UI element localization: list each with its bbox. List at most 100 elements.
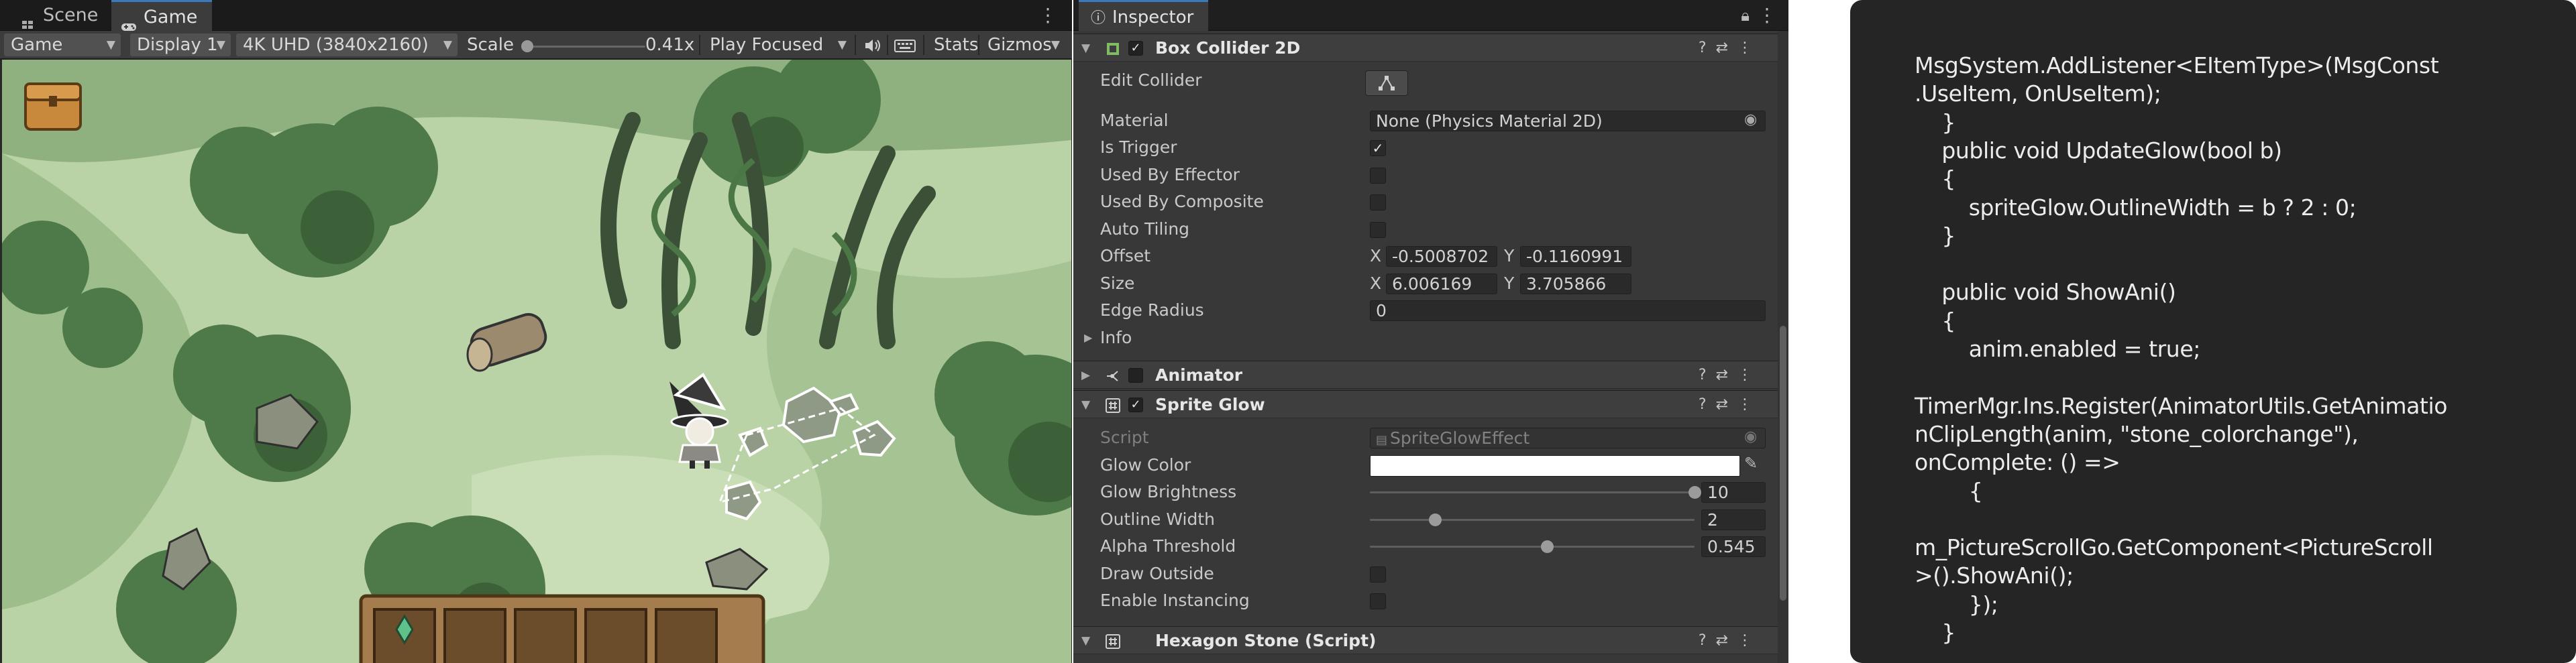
inspector-scrollbar-thumb[interactable] xyxy=(1780,326,1786,601)
kebab-menu-icon[interactable]: ⋮ xyxy=(1737,632,1762,649)
code-line: }); xyxy=(1915,591,1998,617)
help-icon[interactable]: ? xyxy=(1699,40,1716,56)
glow-brightness-row: Glow Brightness 10 xyxy=(1073,479,1778,505)
alpha-threshold-field[interactable]: 0.545 xyxy=(1701,536,1766,557)
sprite-glow-header[interactable]: ▼ ✓ Sprite Glow ?⇄⋮ xyxy=(1073,390,1778,418)
fold-open-icon[interactable]: ▼ xyxy=(1081,34,1090,62)
outline-width-row: Outline Width 2 xyxy=(1073,506,1778,533)
code-line: onComplete: () => xyxy=(1915,449,2121,476)
code-line: .UseItem, OnUseItem); xyxy=(1915,80,2161,107)
box-collider-2d-header[interactable]: ▼ ✓ Box Collider 2D ?⇄⋮ xyxy=(1073,34,1778,62)
code-line: { xyxy=(1915,166,1955,192)
component-header-actions: ?⇄⋮ xyxy=(1699,627,1762,655)
kebab-menu-icon[interactable]: ⋮ xyxy=(1758,0,1776,31)
auto-tiling-row: Auto Tiling xyxy=(1073,216,1778,243)
auto-tiling-checkbox[interactable] xyxy=(1370,222,1386,238)
used-by-effector-row: Used By Effector xyxy=(1073,162,1778,188)
animator-enabled-checkbox[interactable] xyxy=(1128,368,1143,383)
outline-width-slider-track[interactable] xyxy=(1370,519,1695,521)
tab-game[interactable]: Game xyxy=(111,0,213,31)
info-foldout[interactable]: ▶ Info xyxy=(1073,324,1778,351)
help-icon[interactable]: ? xyxy=(1699,367,1716,383)
sprite-glow-enabled-checkbox[interactable]: ✓ xyxy=(1128,398,1143,412)
kebab-menu-icon[interactable]: ⋮ xyxy=(1737,40,1762,56)
size-row: Size X 6.006169 Y 3.705866 xyxy=(1073,270,1778,297)
scale-value: 0.41x xyxy=(645,35,695,55)
info-circle-icon: ⓘ xyxy=(1091,10,1106,27)
edge-radius-field[interactable]: 0 xyxy=(1370,300,1766,321)
scale-slider-handle[interactable] xyxy=(521,40,533,52)
code-line: public void UpdateGlow(bool b) xyxy=(1915,137,2282,164)
fold-closed-icon: ▶ xyxy=(1084,331,1093,344)
used-by-effector-checkbox[interactable] xyxy=(1370,168,1386,184)
offset-y-field[interactable]: -0.1160991 xyxy=(1520,246,1631,267)
code-line: MsgSystem.AddListener<EItemType>(MsgCons… xyxy=(1915,52,2439,78)
glow-brightness-field[interactable]: 10 xyxy=(1701,482,1766,503)
glow-brightness-slider-handle[interactable] xyxy=(1688,486,1701,499)
outline-width-field[interactable]: 2 xyxy=(1701,509,1766,530)
display-dropdown[interactable]: Display 1 ▼ xyxy=(130,34,231,56)
animator-header[interactable]: ▶ Animator ?⇄⋮ xyxy=(1073,361,1778,389)
alpha-threshold-slider-handle[interactable] xyxy=(1540,540,1554,553)
offset-x-field[interactable]: -0.5008702 xyxy=(1386,246,1497,267)
preset-sliders-icon[interactable]: ⇄ xyxy=(1716,632,1737,649)
code-line: { xyxy=(1915,477,1983,504)
gizmos-dropdown[interactable]: Gizmos ▼ xyxy=(981,34,1065,56)
glow-brightness-slider-track[interactable] xyxy=(1370,491,1695,493)
enable-instancing-checkbox[interactable] xyxy=(1370,593,1386,609)
fold-closed-icon[interactable]: ▶ xyxy=(1081,361,1090,389)
draw-outside-checkbox[interactable] xyxy=(1370,566,1386,583)
is-trigger-checkbox[interactable]: ✓ xyxy=(1370,140,1386,156)
preset-sliders-icon[interactable]: ⇄ xyxy=(1716,396,1737,413)
hexagon-stone-header[interactable]: ▼ Hexagon Stone (Script) ?⇄⋮ xyxy=(1073,626,1778,654)
outline-width-slider-handle[interactable] xyxy=(1428,514,1442,526)
eyedropper-icon[interactable]: ✎ xyxy=(1744,454,1758,473)
kebab-menu-icon[interactable]: ⋮ xyxy=(1737,367,1762,383)
edit-collider-button[interactable] xyxy=(1365,70,1408,96)
script-row: Script ▤ SpriteGlowEffect ◉ xyxy=(1073,424,1778,451)
code-line: public void ShowAni() xyxy=(1915,279,2176,306)
object-picker-icon: ◉ xyxy=(1744,428,1758,445)
inspector-panel: ⓘ Inspector 🔒︎ ⋮ ▼ ✓ Box Collider 2D ?⇄⋮ … xyxy=(1073,0,1788,663)
code-line: TimerMgr.Ins.Register(AnimatorUtils.GetA… xyxy=(1915,392,2448,419)
preset-sliders-icon[interactable]: ⇄ xyxy=(1716,40,1737,56)
alpha-threshold-slider-track[interactable] xyxy=(1370,546,1695,548)
script-object-field: ▤ SpriteGlowEffect xyxy=(1370,428,1766,448)
game-panel: Scene Game ⋮ Game ▼ Display 1 ▼ 4K UHD (38… xyxy=(0,0,1072,663)
inspector-tab-bar: ⓘ Inspector 🔒︎ ⋮ xyxy=(1073,0,1788,31)
fold-open-icon[interactable]: ▼ xyxy=(1081,627,1090,655)
kebab-menu-icon[interactable]: ⋮ xyxy=(1737,396,1762,413)
script-hash-icon xyxy=(1106,634,1120,649)
tab-inspector[interactable]: ⓘ Inspector xyxy=(1079,0,1209,31)
stats-button[interactable]: Stats xyxy=(927,34,985,56)
help-icon[interactable]: ? xyxy=(1699,396,1716,413)
box-collider-enabled-checkbox[interactable]: ✓ xyxy=(1128,41,1143,56)
keyboard-shortcuts-icon[interactable] xyxy=(894,36,916,55)
game-toolbar: Game ▼ Display 1 ▼ 4K UHD (3840x2160) ▼ Sca… xyxy=(0,31,1072,60)
size-y-field[interactable]: 3.705866 xyxy=(1520,274,1631,294)
help-icon[interactable]: ? xyxy=(1699,632,1716,649)
size-x-field[interactable]: 6.006169 xyxy=(1386,274,1497,294)
mute-audio-icon[interactable] xyxy=(861,36,883,55)
inspector-scrollbar[interactable] xyxy=(1778,31,1788,663)
object-picker-icon[interactable]: ◉ xyxy=(1744,111,1757,128)
preset-sliders-icon[interactable]: ⇄ xyxy=(1716,367,1737,383)
play-mode-dropdown[interactable]: Play Focused ▼ xyxy=(703,34,852,56)
draw-outside-row: Draw Outside xyxy=(1073,560,1778,587)
resolution-dropdown[interactable]: 4K UHD (3840x2160) ▼ xyxy=(236,34,458,56)
inventory-bar xyxy=(359,594,765,663)
kebab-menu-icon[interactable]: ⋮ xyxy=(1038,0,1057,31)
lock-icon[interactable]: 🔒︎ xyxy=(1741,0,1750,31)
glow-color-swatch[interactable] xyxy=(1370,455,1740,477)
view-dropdown[interactable]: Game ▼ xyxy=(4,34,121,56)
game-viewport[interactable] xyxy=(2,60,1071,663)
used-by-composite-checkbox[interactable] xyxy=(1370,194,1386,210)
material-object-field[interactable]: None (Physics Material 2D) xyxy=(1370,111,1766,131)
scale-label: Scale xyxy=(467,35,514,55)
toolbar-divider xyxy=(923,35,924,55)
animator-icon xyxy=(1106,368,1120,383)
scale-slider-track[interactable] xyxy=(525,46,645,48)
glow-color-row: Glow Color ✎ xyxy=(1073,452,1778,479)
tab-scene[interactable]: Scene xyxy=(9,0,109,31)
fold-open-icon[interactable]: ▼ xyxy=(1081,391,1090,419)
